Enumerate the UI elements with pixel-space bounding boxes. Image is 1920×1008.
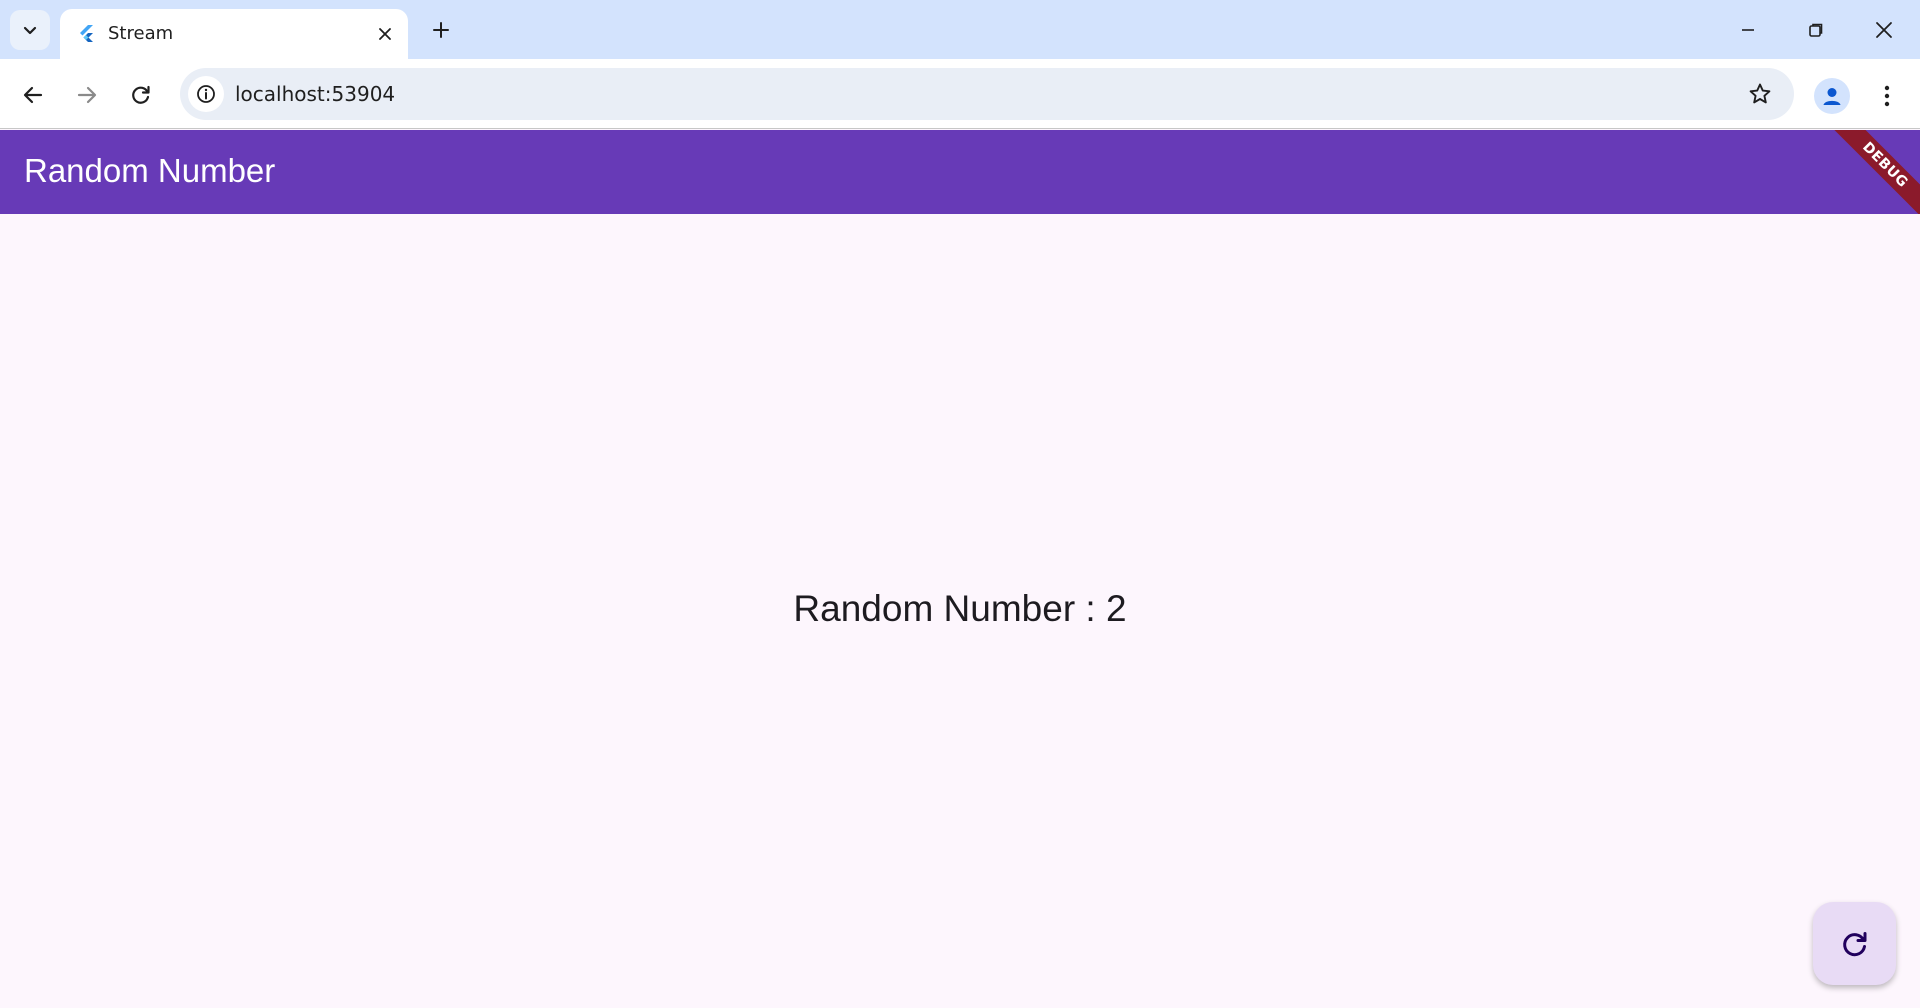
debug-banner: DEBUG xyxy=(1824,130,1920,214)
page-title: Random Number xyxy=(24,152,276,189)
close-icon xyxy=(379,28,391,40)
flutter-icon xyxy=(80,25,93,42)
arrow-left-icon xyxy=(23,86,43,104)
bookmark-button[interactable] xyxy=(1744,78,1776,110)
reload-icon xyxy=(132,85,150,104)
tab-search-button[interactable] xyxy=(10,10,50,50)
site-info-button[interactable] xyxy=(188,76,224,112)
profile-button[interactable] xyxy=(1814,78,1850,114)
new-tab-button[interactable] xyxy=(423,12,459,48)
tab-close-button[interactable] xyxy=(372,21,398,47)
random-number-text: Random Number : 2 xyxy=(793,588,1127,629)
forward-button[interactable] xyxy=(67,75,107,115)
avatar-icon xyxy=(1823,88,1841,105)
more-vert-icon xyxy=(1884,85,1890,107)
minimize-icon xyxy=(1742,29,1754,31)
browser-tab[interactable]: Stream xyxy=(60,9,408,59)
tab-strip: Stream xyxy=(0,0,1920,59)
plus-icon xyxy=(433,22,449,38)
url-text[interactable]: localhost:53904 xyxy=(235,82,395,106)
info-icon xyxy=(197,85,215,103)
browser-menu-button[interactable] xyxy=(1870,76,1904,116)
minimize-button[interactable] xyxy=(1722,8,1774,52)
address-bar[interactable]: localhost:53904 xyxy=(180,68,1794,120)
refresh-button[interactable] xyxy=(1813,902,1896,985)
restore-button[interactable] xyxy=(1790,8,1842,52)
app-bar: Random Number DEBUG xyxy=(0,130,1920,214)
tab-title: Stream xyxy=(108,23,174,44)
star-icon xyxy=(1749,83,1771,104)
app-body: Random Number : 2 xyxy=(0,214,1920,1008)
close-window-button[interactable] xyxy=(1858,8,1910,52)
refresh-icon xyxy=(1842,931,1866,956)
close-icon xyxy=(1876,22,1892,38)
back-button[interactable] xyxy=(13,75,53,115)
reload-button[interactable] xyxy=(121,75,161,115)
browser-toolbar: localhost:53904 xyxy=(0,59,1920,129)
arrow-right-icon xyxy=(77,86,97,104)
restore-icon xyxy=(1809,23,1823,37)
chevron-down-icon xyxy=(23,26,37,35)
